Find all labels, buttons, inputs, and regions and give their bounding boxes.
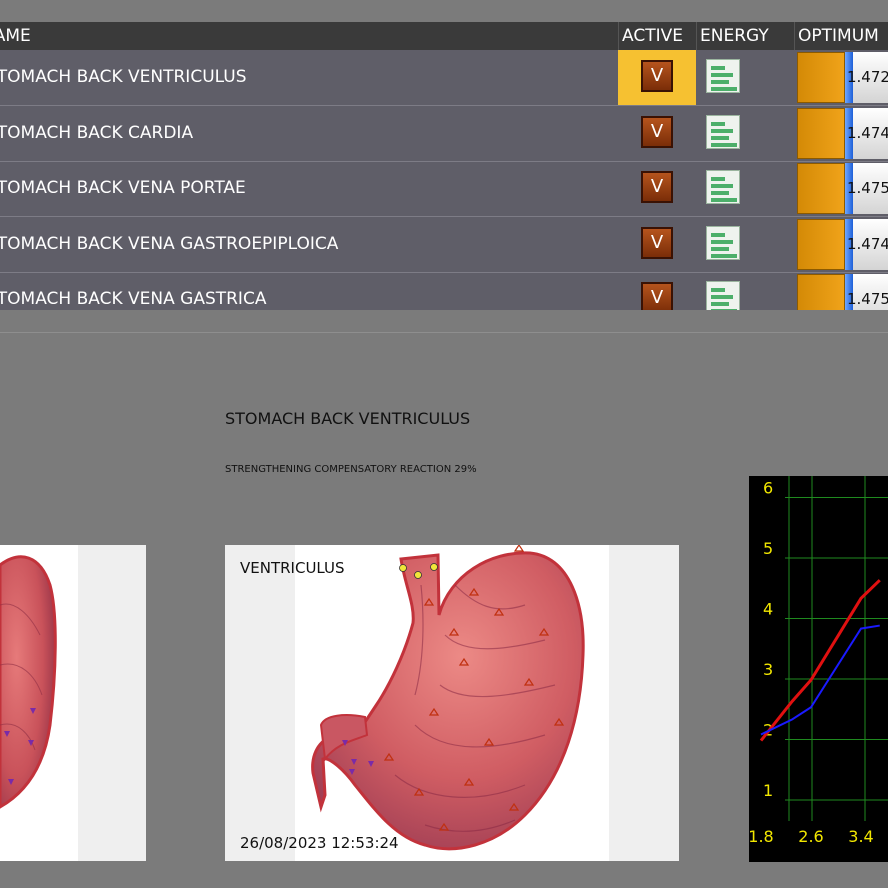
table-row[interactable]: STOMACH BACK CARDIA V 1.474 [0,106,888,162]
y-tick-label: 1 [763,781,773,800]
energy-bars-icon[interactable] [706,59,740,93]
image-label: VENTRICULUS [240,559,345,577]
optimum-bar: 1.474 [797,106,888,161]
y-tick-label: 6 [763,479,773,498]
energy-bars-icon[interactable] [706,281,740,310]
row-active-cell: V [618,50,696,105]
x-tick-label: 1.8 [749,827,774,846]
energy-bars-icon[interactable] [706,170,740,204]
optimum-orange-segment [797,52,845,103]
header-name[interactable]: NAME [0,22,618,50]
optimum-orange-segment [797,218,845,270]
row-name: STOMACH BACK VENA GASTROEPIPLOICA [0,233,339,254]
optimum-value: 1.475 [847,163,888,214]
header-active[interactable]: ACTIVE [618,22,696,50]
chart-canvas: 1234561.8 2.6 3.4 [748,476,888,846]
y-tick-label: 3 [763,660,773,679]
dynamics-chart: 1 2 3 4 5 6 1.8 2.6 3.4 [748,476,888,862]
optimum-bar: 1.474 [797,217,888,272]
x-tick-label: 2.6 [798,827,823,846]
row-active-cell: V [618,217,696,272]
stomach-illustration [311,545,585,851]
x-tick-label: 3.4 [848,827,873,846]
active-v-button[interactable]: V [641,171,673,203]
red-series-line [759,579,881,742]
header-energy[interactable]: ENERGY [696,22,794,50]
image-timestamp: 26/08/2023 12:53:24 [240,834,399,852]
table-row[interactable]: STOMACH BACK VENA PORTAE V 1.475 [0,161,888,217]
row-name: STOMACH BACK CARDIA [0,122,194,143]
optimum-bar: 1.472 [797,50,888,105]
row-name: STOMACH BACK VENTRICULUS [0,67,247,87]
table-row[interactable]: STOMACH BACK VENA GASTROEPIPLOICA V 1.474 [0,217,888,273]
row-active-cell: V [618,106,696,161]
table-header: NAME ACTIVE ENERGY OPTIMUM [0,22,888,50]
image-margin [78,545,146,861]
organ-table: NAME ACTIVE ENERGY OPTIMUM STOMACH BACK … [0,22,888,310]
energy-bars-icon[interactable] [706,114,740,149]
optimum-orange-segment [797,274,845,310]
active-v-button[interactable]: V [641,226,673,259]
active-v-button[interactable]: V [641,60,673,92]
detail-subtitle: STRENGTHENING COMPENSATORY REACTION 29% [225,464,477,475]
y-tick-label: 4 [763,600,773,619]
optimum-orange-segment [797,163,845,214]
optimum-value: 1.474 [847,218,888,270]
detail-title: STOMACH BACK VENTRICULUS [225,409,471,428]
optimum-bar: 1.475 [797,161,888,216]
active-v-button[interactable]: V [641,282,673,310]
table-row[interactable]: STOMACH BACK VENTRICULUS V 1.472 [0,50,888,106]
row-name: STOMACH BACK VENA GASTRICA [0,289,267,309]
optimum-value: 1.475 [847,274,888,310]
header-optimum[interactable]: OPTIMUM [794,22,888,50]
energy-bars-icon[interactable] [706,225,740,260]
divider [0,332,888,333]
row-name: STOMACH BACK VENA PORTAE [0,178,246,198]
row-active-cell: V [618,161,696,216]
row-active-cell: V [618,272,696,310]
active-v-button[interactable]: V [641,115,673,148]
optimum-value: 1.474 [847,107,888,159]
optimum-orange-segment [797,107,845,159]
stomach-image-left[interactable] [0,545,146,861]
stomach-image-center[interactable]: VENTRICULUS 26/08/2023 12:53:24 [225,545,679,861]
optimum-value: 1.472 [847,52,888,103]
optimum-bar: 1.475 [797,272,888,310]
table-row[interactable]: STOMACH BACK VENA GASTRICA V 1.475 [0,272,888,310]
y-tick-label: 5 [763,539,773,558]
